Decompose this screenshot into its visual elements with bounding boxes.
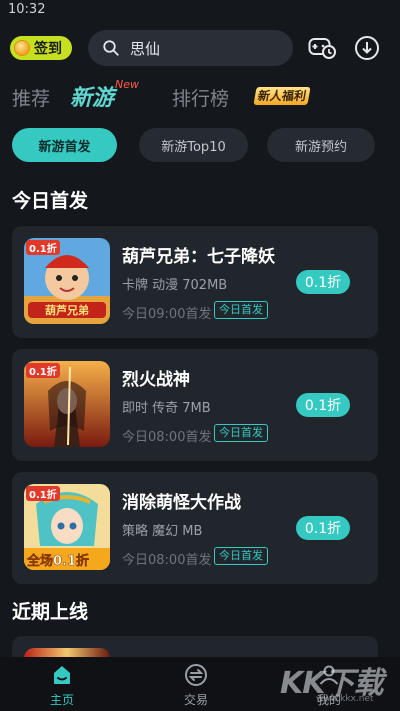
download-icon[interactable] xyxy=(354,35,380,61)
release-time: 今日08:00首发 xyxy=(122,553,212,568)
game-card[interactable]: 0.1折 烈火战神 即时 传奇 7MB 今日08:00首发 今日首发 0.1折 xyxy=(12,349,378,461)
tab-new-superscript: New xyxy=(115,78,139,91)
category-tabs: 推荐 新游 New 排行榜 新人福利 xyxy=(0,78,400,118)
thumb-discount-badge: 0.1折 xyxy=(26,486,60,501)
thumb-promo-text: 全场0.1折 xyxy=(27,554,90,570)
game-title: 葫芦兄弟：七子降妖 xyxy=(122,247,275,267)
discount-button[interactable]: 0.1折 xyxy=(296,516,350,540)
game-thumbnail: 0.1折 全场0.1折 xyxy=(24,484,110,570)
game-thumbnail: 0.1折 xyxy=(24,361,110,447)
game-tags: 策略 魔幻 MB xyxy=(122,524,203,539)
search-icon xyxy=(103,40,119,56)
watermark: KK下载 www.kkx.net xyxy=(280,658,400,708)
filter-chips: 新游首发 新游Top10 新游预约 xyxy=(0,128,400,162)
nav-home[interactable]: 主页 xyxy=(12,657,112,711)
release-badge: 今日首发 xyxy=(214,301,268,319)
release-badge: 今日首发 xyxy=(214,547,268,565)
sign-in-button[interactable]: 签到 xyxy=(10,36,72,60)
discount-button[interactable]: 0.1折 xyxy=(296,393,350,417)
chip-new-top10[interactable]: 新游Top10 xyxy=(139,128,248,162)
tab-new-games[interactable]: 新游 xyxy=(70,80,114,112)
status-time: 10:32 xyxy=(8,2,46,17)
chip-new-reserve[interactable]: 新游预约 xyxy=(267,128,375,162)
nav-trade[interactable]: 交易 xyxy=(146,657,246,711)
nav-trade-label: 交易 xyxy=(183,693,208,707)
game-card[interactable]: 0.1折 全场0.1折 消除萌怪大作战 策略 魔幻 MB 今日08:00首发 今… xyxy=(12,472,378,584)
game-card[interactable]: 葫芦兄弟 0.1折 葫芦兄弟：七子降妖 卡牌 动漫 702MB 今日09:00首… xyxy=(12,226,378,338)
gamepad-clock-icon[interactable] xyxy=(308,36,336,60)
game-tags: 即时 传奇 7MB xyxy=(122,401,211,416)
search-input[interactable]: 思仙 xyxy=(88,30,293,66)
tab-newcomer-welfare[interactable]: 新人福利 xyxy=(253,87,311,105)
watermark-url: www.kkx.net xyxy=(316,694,374,704)
sign-in-label: 签到 xyxy=(34,41,62,57)
game-title: 消除萌怪大作战 xyxy=(122,493,241,513)
thumb-discount-badge: 0.1折 xyxy=(26,363,60,378)
nav-home-label: 主页 xyxy=(49,693,74,707)
tab-recommend[interactable]: 推荐 xyxy=(12,84,50,111)
thumb-discount-badge: 0.1折 xyxy=(26,240,60,255)
release-time: 今日08:00首发 xyxy=(122,430,212,445)
trade-icon xyxy=(185,664,207,686)
game-title: 烈火战神 xyxy=(122,370,190,390)
chip-new-release[interactable]: 新游首发 xyxy=(12,128,117,162)
section-title-upcoming: 近期上线 xyxy=(12,601,89,623)
home-icon xyxy=(54,666,70,684)
status-bar: 10:32 xyxy=(0,0,400,22)
game-tags: 卡牌 动漫 702MB xyxy=(122,278,228,293)
coin-icon xyxy=(14,40,30,56)
release-time: 今日09:00首发 xyxy=(122,307,212,322)
search-value: 思仙 xyxy=(130,39,161,58)
top-bar: 签到 思仙 xyxy=(0,28,400,68)
section-title-today: 今日首发 xyxy=(12,190,89,212)
release-badge: 今日首发 xyxy=(214,424,268,442)
game-thumbnail: 葫芦兄弟 0.1折 xyxy=(24,238,110,324)
discount-button[interactable]: 0.1折 xyxy=(296,270,350,294)
svg-text:葫芦兄弟: 葫芦兄弟 xyxy=(45,303,89,317)
tab-ranking[interactable]: 排行榜 xyxy=(172,84,229,111)
